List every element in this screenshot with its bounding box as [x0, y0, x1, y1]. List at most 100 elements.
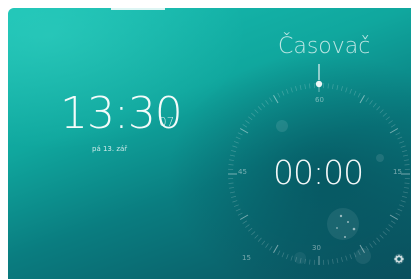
bokeh-dot [276, 120, 288, 132]
dial-tick [232, 145, 238, 148]
dial-tick [397, 208, 403, 212]
dial-tick [257, 106, 262, 111]
settings-icon[interactable] [392, 252, 406, 266]
dial-tick [242, 220, 248, 224]
dial-tick [290, 87, 293, 93]
dial-tick [353, 90, 357, 96]
dial-tick [379, 109, 384, 114]
dial-tick [269, 97, 273, 103]
timer-handle-icon[interactable] [315, 64, 323, 88]
dial-tick [237, 212, 243, 216]
dial-tick [277, 92, 281, 98]
dial-tick [228, 182, 234, 184]
bokeh-dot [376, 154, 384, 162]
dial-tick [299, 84, 302, 90]
timer-dial[interactable] [8, 8, 411, 279]
dial-tick [369, 100, 373, 105]
dial-tick [372, 103, 377, 108]
dial-tick [395, 132, 401, 136]
device-frame: 13:30 07 pá 13. zář Časovač 60 45 15 30 … [0, 0, 411, 279]
dial-tick [232, 200, 238, 203]
dial-tick [254, 234, 259, 239]
dial-tick [403, 159, 409, 161]
dial-tick [345, 87, 348, 93]
dial-tick [229, 154, 235, 157]
dial-tick [327, 83, 329, 89]
dial-tick [233, 204, 239, 207]
dial-tick [397, 136, 403, 140]
dial-tick [388, 120, 393, 124]
dial-tick [237, 132, 243, 136]
dial-tick [239, 128, 249, 134]
dial-tick [385, 116, 390, 121]
dial-tick [390, 220, 396, 224]
dial-tick [286, 88, 289, 94]
dial-tick [382, 112, 387, 117]
dial-tick [388, 224, 393, 228]
bokeh-dot [327, 208, 359, 240]
dial-tick [403, 154, 409, 157]
dial-tick [235, 136, 241, 140]
dial-tick [281, 90, 285, 96]
dial-tick [399, 141, 405, 144]
dial-tick [399, 204, 405, 207]
dial-tick [257, 237, 262, 242]
dial-tick [401, 150, 407, 153]
dial-tick [261, 103, 266, 108]
dial-tick [349, 254, 352, 260]
dial-tick [254, 109, 259, 114]
dial-tick [286, 254, 289, 260]
dial-tick [265, 100, 269, 105]
dial-tick [376, 237, 381, 242]
dial-tick [261, 240, 266, 245]
dial-tick [395, 212, 401, 216]
dial-tick [245, 120, 250, 124]
dial-tick [327, 259, 329, 265]
dial-tick [389, 214, 399, 220]
dial-tick [290, 255, 293, 261]
dial-tick [269, 245, 273, 251]
dial-tick [239, 214, 249, 220]
dial-tick [295, 86, 298, 92]
dial-tick [304, 84, 306, 90]
dial-tick [336, 84, 339, 90]
dial-tick [265, 243, 269, 248]
dial-tick [277, 250, 281, 256]
dial-tick [231, 150, 237, 153]
dial-tick [379, 234, 384, 239]
dial-tick [404, 182, 410, 184]
dial-tick [340, 86, 343, 92]
dial-tick [248, 227, 253, 232]
dial-tick [345, 255, 348, 261]
dial-tick [309, 83, 311, 89]
dial-tick [403, 191, 409, 194]
dial-tick [248, 116, 253, 121]
dial-tick [389, 128, 399, 134]
dial-tick [372, 240, 377, 245]
dial-tick [332, 84, 334, 90]
dial-tick [400, 200, 406, 203]
dial-label-bottom: 30 [312, 244, 321, 252]
dial-tick [369, 243, 373, 248]
dial-tick [332, 258, 334, 264]
dial-tick [390, 124, 396, 128]
dial-tick [401, 195, 407, 198]
dial-tick [242, 124, 248, 128]
dial-tick [229, 191, 235, 194]
dial-tick [404, 164, 410, 166]
dial-tick [229, 187, 235, 189]
dial-tick [309, 259, 311, 265]
dial-tick [273, 244, 279, 254]
timer-display[interactable]: 00:00 [273, 156, 364, 190]
dial-tick [359, 94, 365, 104]
dial-tick [385, 227, 390, 232]
dial-label-left: 45 [238, 168, 247, 176]
dial-tick [376, 106, 381, 111]
dial-tick [349, 88, 352, 94]
dial-tick [400, 145, 406, 148]
dial-tick [273, 94, 279, 104]
dial-tick [251, 112, 256, 117]
dial-label-bottom-left: 15 [242, 254, 251, 262]
dial-tick [228, 164, 234, 166]
clock-screen: 13:30 07 pá 13. zář Časovač 60 45 15 30 … [8, 8, 411, 279]
